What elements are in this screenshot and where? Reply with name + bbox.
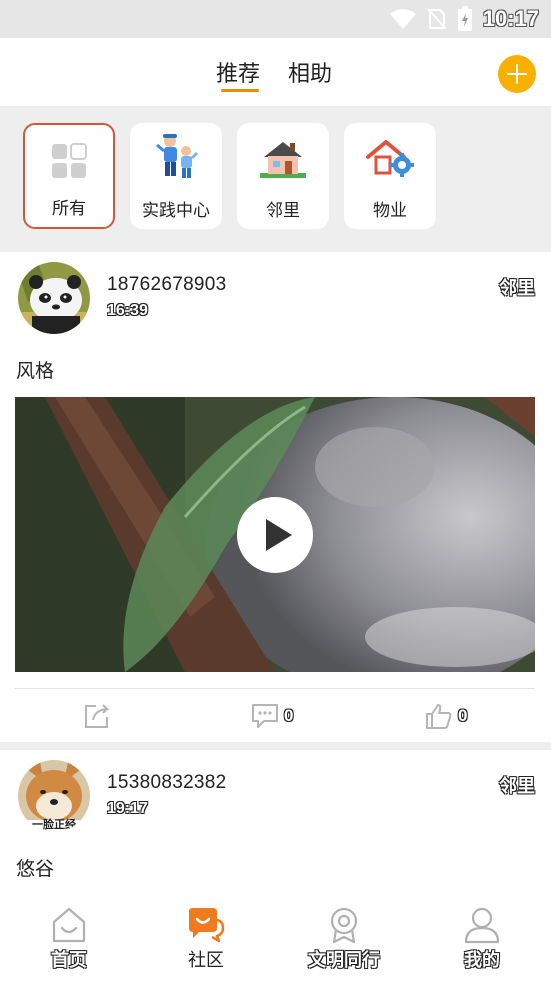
nav-community[interactable]: 社区	[151, 906, 261, 972]
like-button[interactable]: 0	[424, 701, 467, 731]
post-time: 16:39	[107, 302, 148, 319]
comment-icon	[252, 704, 278, 728]
volunteers-icon	[156, 134, 198, 178]
add-post-button[interactable]	[498, 55, 536, 93]
nav-label: 首页	[51, 950, 87, 971]
category-label: 所有	[52, 199, 86, 219]
comment-button[interactable]: 0	[250, 701, 293, 731]
category-label: 物业	[373, 201, 407, 221]
category-all[interactable]: 所有	[23, 123, 115, 229]
post-time: 19:17	[107, 800, 148, 817]
nav-profile[interactable]: 我的	[427, 906, 537, 972]
avatar-caption: 一脸正经	[32, 818, 76, 831]
wifi-icon	[389, 9, 416, 29]
status-time: 10:17	[482, 6, 539, 31]
tab-recommend[interactable]: 推荐	[216, 56, 260, 88]
nav-home[interactable]: 首页	[14, 906, 124, 972]
nav-label: 文明同行	[308, 950, 380, 971]
nav-civilization[interactable]: 文明同行	[289, 906, 399, 972]
grid-icon	[52, 143, 87, 178]
tab-mutual-help[interactable]: 相助	[288, 56, 332, 88]
house-gear-icon	[366, 140, 414, 177]
share-button[interactable]	[83, 701, 113, 731]
bottom-nav: 首页 社区 文明同行 我的	[0, 890, 551, 981]
post-actions: 0 0	[0, 689, 551, 742]
video-player[interactable]	[15, 397, 535, 672]
home-icon	[52, 907, 86, 943]
post-tag: 邻里	[499, 278, 535, 299]
post-content: 风格	[16, 360, 55, 382]
post-card[interactable]: 18762678903 16:39 邻里 风格 0 0	[0, 252, 551, 742]
nav-label: 我的	[464, 950, 500, 971]
battery-icon	[457, 6, 472, 31]
category-row: 所有 实践中心 邻里 物业	[0, 106, 551, 246]
house-icon	[260, 142, 306, 178]
category-property[interactable]: 物业	[344, 123, 436, 229]
like-count: 0	[458, 706, 468, 725]
header: 推荐 相助	[0, 38, 551, 106]
nav-label: 社区	[188, 950, 224, 971]
community-chat-icon	[189, 908, 225, 943]
no-sim-icon	[426, 8, 447, 30]
status-bar: 10:17	[0, 0, 551, 38]
civilization-medal-icon	[330, 907, 358, 944]
category-label: 实践中心	[142, 201, 210, 221]
profile-icon	[464, 907, 500, 944]
share-icon	[85, 704, 110, 728]
comment-count: 0	[284, 706, 294, 725]
post-card[interactable]: 一脸正经 15380832382 19:17 邻里 悠谷	[0, 750, 551, 890]
avatar[interactable]: 一脸正经	[18, 760, 90, 832]
category-practice-center[interactable]: 实践中心	[130, 123, 222, 229]
avatar[interactable]	[18, 262, 90, 334]
category-label: 邻里	[266, 201, 300, 221]
username: 15380832382	[107, 772, 227, 793]
active-tab-indicator	[221, 89, 259, 92]
play-button[interactable]	[237, 497, 313, 573]
panda-avatar-icon	[18, 262, 90, 334]
section-gap	[0, 742, 551, 750]
category-neighborhood[interactable]: 邻里	[237, 123, 329, 229]
post-content: 悠谷	[16, 858, 55, 880]
status-icons: 10:17	[389, 6, 539, 32]
username: 18762678903	[107, 274, 227, 295]
thumbs-up-icon	[426, 704, 452, 729]
post-tag: 邻里	[499, 776, 535, 797]
